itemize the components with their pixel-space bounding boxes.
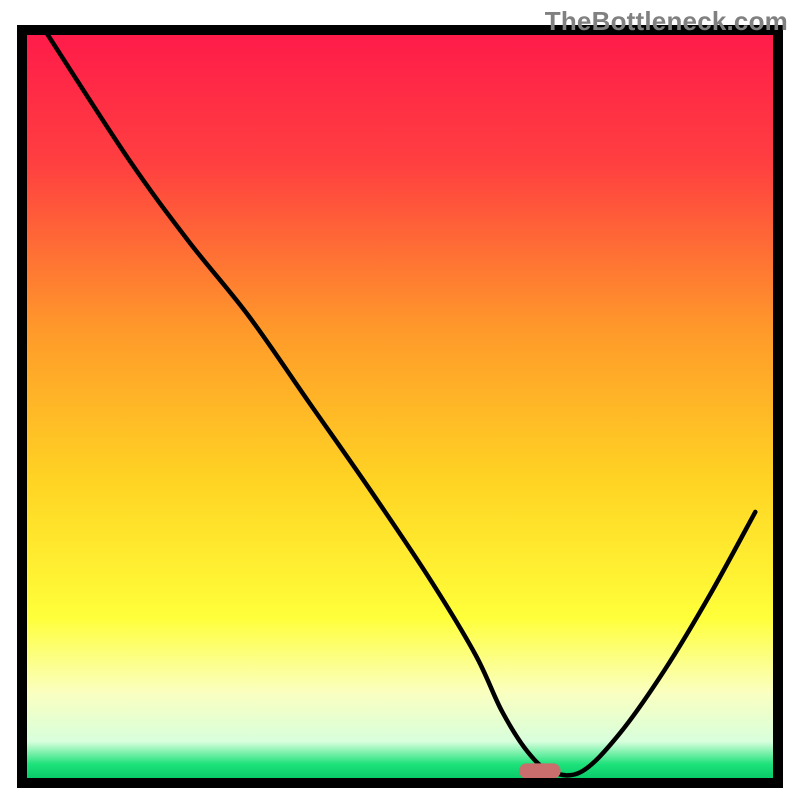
- watermark-text: TheBottleneck.com: [545, 6, 788, 37]
- bottleneck-chart: TheBottleneck.com: [0, 0, 800, 800]
- plot-svg: [0, 0, 800, 800]
- highlight-marker: [519, 763, 561, 778]
